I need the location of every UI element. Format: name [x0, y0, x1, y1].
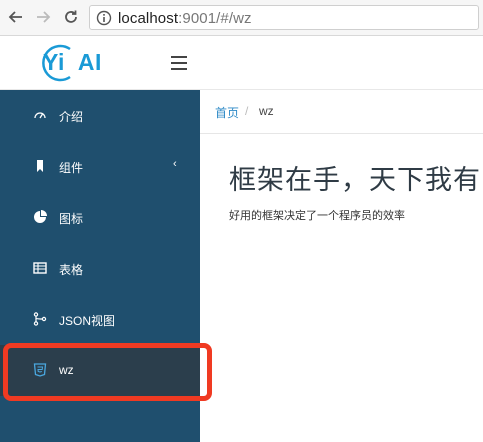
sidebar-item-label: 组件: [59, 161, 84, 175]
back-arrow-icon[interactable]: [6, 7, 26, 27]
sidebar-item-json-view[interactable]: JSON视图: [0, 294, 200, 345]
browser-toolbar: localhost:9001/#/wz: [0, 0, 483, 36]
pie-chart-icon: [34, 210, 47, 223]
sidebar-item-label: JSON视图: [59, 314, 116, 328]
gauge-icon: [34, 112, 46, 119]
sidebar-item-intro[interactable]: 介绍: [0, 90, 200, 141]
info-icon[interactable]: [96, 10, 112, 26]
table-icon: [33, 262, 47, 274]
url-host: localhost: [118, 10, 179, 27]
sidebar-item-icons[interactable]: 图标: [0, 192, 200, 243]
breadcrumb-separator: /: [245, 104, 249, 118]
reload-icon[interactable]: [61, 7, 81, 27]
sidebar-item-components[interactable]: 组件 ‹: [0, 141, 200, 192]
sidebar-item-table[interactable]: 表格: [0, 243, 200, 294]
sidebar-item-label: 介绍: [59, 110, 84, 124]
url-path: :9001/#/wz: [178, 10, 252, 27]
hamburger-icon[interactable]: [171, 56, 187, 70]
highlight-box: [3, 343, 212, 401]
logo-text: Yi AI: [43, 49, 102, 76]
forward-arrow-icon[interactable]: [33, 7, 53, 27]
code-fork-icon: [33, 312, 47, 326]
logo[interactable]: Yi AI: [40, 43, 114, 83]
breadcrumb: 首页 / wz: [200, 90, 483, 134]
main-content: 首页 / wz 框架在手，天下我有 好用的框架决定了一个程序员的效率: [200, 90, 483, 442]
address-bar[interactable]: localhost:9001/#/wz: [89, 5, 479, 30]
sidebar-item-label: 表格: [59, 263, 84, 277]
app-header: Yi AI: [0, 36, 483, 90]
page-subtitle: 好用的框架决定了一个程序员的效率: [229, 210, 405, 222]
url-text: localhost:9001/#/wz: [118, 10, 252, 27]
bookmark-icon: [37, 160, 43, 172]
chevron-left-icon[interactable]: ‹: [173, 158, 177, 170]
logo-ai: AI: [77, 49, 102, 75]
breadcrumb-current: wz: [259, 104, 274, 118]
page-title: 框架在手，天下我有: [229, 165, 481, 195]
sidebar-item-label: 图标: [59, 212, 84, 226]
breadcrumb-home-link[interactable]: 首页: [215, 104, 239, 121]
logo-yi: Yi: [43, 49, 65, 75]
